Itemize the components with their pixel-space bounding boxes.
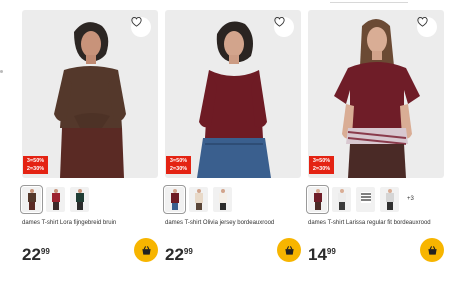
product-image[interactable]: 3=50% 2=30% <box>165 10 301 178</box>
favorite-button[interactable] <box>131 17 151 37</box>
color-swatches <box>163 184 232 214</box>
basket-icon <box>427 245 437 255</box>
swatch-thumbnail <box>360 192 371 203</box>
color-swatch-white[interactable] <box>332 186 351 212</box>
price-cents: 99 <box>40 247 50 256</box>
favorite-button[interactable] <box>274 17 294 37</box>
color-swatches: +3 <box>306 184 414 214</box>
color-swatch-red[interactable] <box>46 186 65 212</box>
top-divider <box>330 0 408 3</box>
promo-line-1: 3=50% <box>26 158 45 164</box>
color-swatch-ecru[interactable] <box>213 186 232 212</box>
product-name[interactable]: dames T-shirt Lora fijngebreid bruin <box>22 219 158 227</box>
heart-icon <box>131 17 142 27</box>
heart-icon <box>274 17 285 27</box>
price-integer: 22 <box>165 245 184 264</box>
add-to-cart-button[interactable] <box>134 238 158 262</box>
color-swatch-grey[interactable] <box>380 186 399 212</box>
color-swatch-green[interactable] <box>70 186 89 212</box>
product-price: 14 99 <box>308 246 336 264</box>
scroll-marker <box>0 70 3 73</box>
add-to-cart-button[interactable] <box>277 238 301 262</box>
price-integer: 22 <box>22 245 41 264</box>
add-to-cart-button[interactable] <box>420 238 444 262</box>
swatch-thumbnail <box>170 189 179 210</box>
promo-badge: 3=50% 2=30% <box>23 156 48 174</box>
swatch-thumbnail <box>27 189 36 210</box>
swatch-thumbnail <box>51 189 60 210</box>
swatch-thumbnail <box>218 189 227 210</box>
product-price: 22 99 <box>165 246 193 264</box>
product-name[interactable]: dames T-shirt Olivia jersey bordeauxrood <box>165 219 301 227</box>
promo-badge: 3=50% 2=30% <box>166 156 191 174</box>
product-card[interactable]: 3=50% 2=30% dames T-shirt Lora fijngebre… <box>20 10 158 280</box>
swatch-thumbnail <box>337 189 346 210</box>
swatch-thumbnail <box>385 189 394 210</box>
more-colors-link[interactable]: +3 <box>407 196 414 202</box>
price-cents: 99 <box>183 247 193 256</box>
color-swatch-bordeaux[interactable] <box>306 184 329 214</box>
favorite-button[interactable] <box>417 17 437 37</box>
color-swatches <box>20 184 89 214</box>
product-image[interactable]: 3=50% 2=30% <box>308 10 444 178</box>
promo-line-2: 2=30% <box>312 166 331 172</box>
product-image[interactable]: 3=50% 2=30% <box>22 10 158 178</box>
heart-icon <box>417 17 428 27</box>
product-card[interactable]: 3=50% 2=30% dames T-shirt Olivia jersey … <box>163 10 301 280</box>
basket-icon <box>284 245 294 255</box>
promo-line-2: 2=30% <box>26 166 45 172</box>
swatch-thumbnail <box>75 189 84 210</box>
product-price: 22 99 <box>22 246 50 264</box>
promo-line-1: 3=50% <box>312 158 331 164</box>
basket-icon <box>141 245 151 255</box>
promo-line-1: 3=50% <box>169 158 188 164</box>
color-swatch-striped[interactable] <box>356 186 375 212</box>
product-card[interactable]: 3=50% 2=30% +3 dames T-shirt Larissa reg… <box>306 10 444 280</box>
promo-line-2: 2=30% <box>169 166 188 172</box>
color-swatch-bordeaux[interactable] <box>163 184 186 214</box>
promo-badge: 3=50% 2=30% <box>309 156 334 174</box>
product-name[interactable]: dames T-shirt Larissa regular fit bordea… <box>308 219 444 227</box>
swatch-thumbnail <box>194 189 203 210</box>
swatch-thumbnail <box>313 189 322 210</box>
color-swatch-white[interactable] <box>189 186 208 212</box>
price-cents: 99 <box>326 247 336 256</box>
price-integer: 14 <box>308 245 327 264</box>
color-swatch-brown[interactable] <box>20 184 43 214</box>
